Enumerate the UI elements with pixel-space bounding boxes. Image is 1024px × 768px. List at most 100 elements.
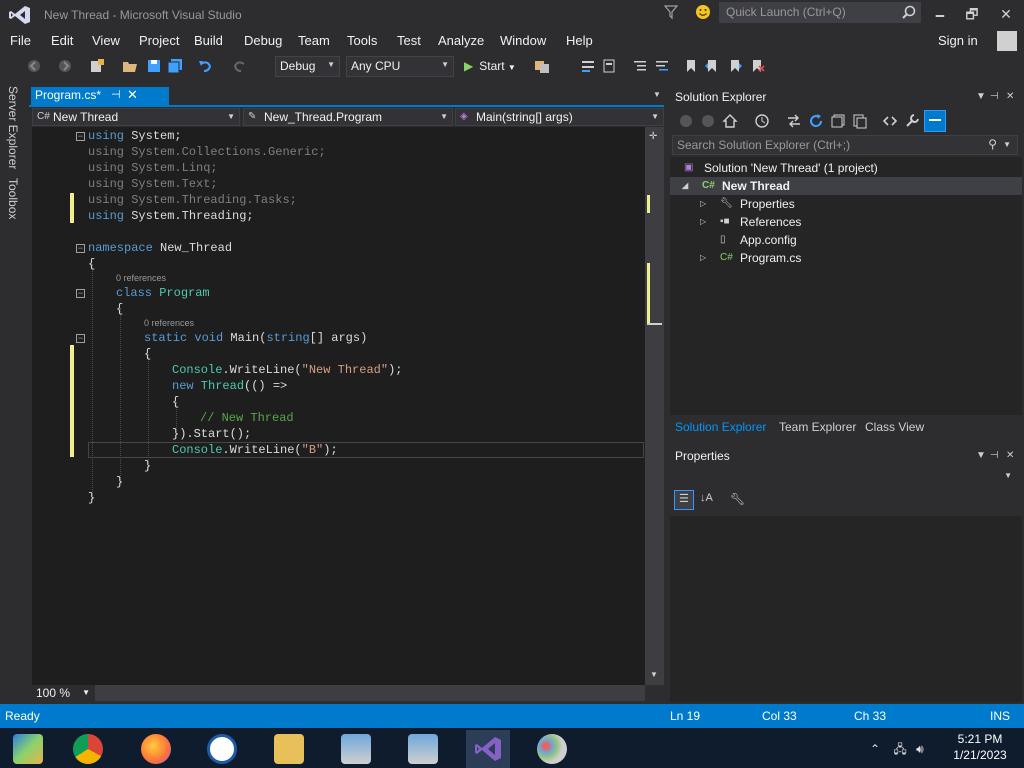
home-icon[interactable] <box>722 113 738 129</box>
menu-test[interactable]: Test <box>397 33 421 48</box>
taskbar-paint[interactable] <box>530 730 574 768</box>
project-dropdown[interactable]: C# New Thread ▼ <box>32 108 240 126</box>
clear-bookmarks-icon[interactable] <box>749 58 765 74</box>
menu-edit[interactable]: Edit <box>51 33 73 48</box>
menu-build[interactable]: Build <box>194 33 223 48</box>
codelens-references[interactable]: 0 references <box>116 273 166 283</box>
tree-item-properties[interactable]: ▷ 🔧︎ Properties <box>670 195 1022 213</box>
navigate-back-icon[interactable] <box>26 58 42 74</box>
collapsed-arrow-icon[interactable]: ▷ <box>700 213 706 231</box>
close-pane-icon[interactable]: ✕ <box>1006 450 1014 461</box>
taskbar-clock[interactable]: 5:21 PM 1/21/2023 <box>948 732 1012 762</box>
tree-item-solution[interactable]: ▣ Solution 'New Thread' (1 project) <box>670 159 1022 177</box>
class-dropdown[interactable]: ✎ New_Thread.Program ▼ <box>243 108 453 126</box>
menu-project[interactable]: Project <box>139 33 179 48</box>
pin-icon[interactable]: ⊣ <box>990 91 999 102</box>
forward-icon[interactable] <box>700 113 716 129</box>
start-debugging-button[interactable]: ▶ Start ▼ <box>464 59 516 73</box>
properties-object-select[interactable]: ▼ <box>672 466 1018 486</box>
show-all-files-icon[interactable] <box>852 113 868 129</box>
save-all-icon[interactable] <box>167 58 183 74</box>
toolbox-tab[interactable]: Toolbox <box>6 178 20 219</box>
tab-class-view[interactable]: Class View <box>865 420 924 434</box>
uncomment-lines-icon[interactable] <box>654 58 670 74</box>
next-bookmark-icon[interactable] <box>727 58 743 74</box>
server-explorer-tab[interactable]: Server Explorer <box>6 86 20 169</box>
tab-team-explorer[interactable]: Team Explorer <box>779 420 856 434</box>
property-pages-wrench-icon[interactable]: 🔧︎ <box>730 492 745 506</box>
taskbar-chrome[interactable] <box>66 730 110 768</box>
redo-icon[interactable] <box>232 58 248 74</box>
taskbar-app-obama[interactable] <box>200 730 244 768</box>
taskbar-app-installer-1[interactable] <box>334 730 378 768</box>
view-code-icon[interactable] <box>882 113 898 129</box>
chevron-up-icon[interactable]: ⌃ <box>870 742 880 756</box>
pin-icon[interactable]: ⊣ <box>990 450 999 461</box>
vertical-scrollbar[interactable]: ✛ ▼ <box>645 127 664 685</box>
quick-launch-input[interactable]: Quick Launch (Ctrl+Q) <box>719 2 921 23</box>
tree-item-app-config[interactable]: ▯ App.config <box>670 231 1022 249</box>
undo-icon[interactable] <box>197 58 213 74</box>
refresh-icon[interactable] <box>808 113 824 129</box>
notifications-flag-icon[interactable] <box>664 4 678 20</box>
expanded-arrow-icon[interactable]: ◢ <box>682 177 688 195</box>
taskbar-app-1[interactable] <box>6 730 50 768</box>
tab-program-cs[interactable]: Program.cs* ⊣ ✕ <box>31 87 169 105</box>
collapse-icon[interactable]: − <box>76 289 85 298</box>
window-position-icon[interactable]: ▼ <box>976 450 986 461</box>
account-icon[interactable] <box>997 31 1017 51</box>
taskbar-app-installer-2[interactable] <box>401 730 445 768</box>
menu-window[interactable]: Window <box>500 33 546 48</box>
solution-explorer-search[interactable]: Search Solution Explorer (Ctrl+;) ⚲ ▼ <box>672 135 1018 155</box>
menu-debug[interactable]: Debug <box>244 33 282 48</box>
comment-lines-icon[interactable] <box>632 58 648 74</box>
codelens-references[interactable]: 0 references <box>144 318 194 328</box>
new-project-icon[interactable] <box>89 58 105 74</box>
step-over-icon[interactable] <box>601 58 617 74</box>
navigate-forward-icon[interactable] <box>57 58 73 74</box>
close-tab-icon[interactable]: ✕ <box>127 87 138 103</box>
close-pane-icon[interactable]: ✕ <box>1006 91 1014 102</box>
menu-help[interactable]: Help <box>566 33 593 48</box>
code-editor[interactable]: − − − − using System; using System.Colle… <box>32 127 664 685</box>
taskbar-file-explorer[interactable] <box>267 730 311 768</box>
sign-in-link[interactable]: Sign in <box>938 33 978 48</box>
minimize-button[interactable]: 🗕 <box>926 2 954 26</box>
close-button[interactable]: ✕ <box>992 2 1020 26</box>
menu-analyze[interactable]: Analyze <box>438 33 484 48</box>
tab-overflow-icon[interactable]: ▼ <box>653 90 661 99</box>
feedback-smiley-icon[interactable] <box>695 4 711 20</box>
save-icon[interactable] <box>146 58 162 74</box>
properties-wrench-icon[interactable] <box>904 113 920 129</box>
network-icon[interactable]: 🖧︎ <box>893 742 906 756</box>
chevron-down-icon[interactable]: ▼ <box>1003 140 1011 149</box>
step-into-icon[interactable] <box>580 58 596 74</box>
collapse-icon[interactable]: − <box>76 132 85 141</box>
alphabetical-icon[interactable]: ↓A <box>700 492 713 504</box>
pending-changes-filter-icon[interactable] <box>754 113 770 129</box>
collapse-icon[interactable]: − <box>76 334 85 343</box>
collapse-all-icon[interactable] <box>830 113 846 129</box>
browser-link-icon[interactable] <box>534 58 550 74</box>
tree-item-project[interactable]: ◢ C# New Thread <box>670 177 1022 195</box>
taskbar-visual-studio[interactable] <box>466 730 510 768</box>
tab-solution-explorer[interactable]: Solution Explorer <box>675 420 766 434</box>
restore-button[interactable]: 🗗 <box>958 2 986 26</box>
back-icon[interactable] <box>678 113 694 129</box>
tree-item-program-cs[interactable]: ▷ C# Program.cs <box>670 249 1022 267</box>
scroll-down-icon[interactable]: ▼ <box>650 670 658 679</box>
search-icon[interactable]: ⚲ <box>988 137 997 151</box>
preview-selected-items-button[interactable] <box>924 110 946 132</box>
sync-with-document-icon[interactable] <box>786 113 802 129</box>
window-position-icon[interactable]: ▼ <box>976 91 986 102</box>
collapse-icon[interactable]: − <box>76 244 85 253</box>
pin-icon[interactable]: ⊣ <box>111 88 121 101</box>
categorized-button[interactable]: ☰ <box>674 490 694 510</box>
menu-tools[interactable]: Tools <box>347 33 377 48</box>
open-file-icon[interactable] <box>122 58 138 74</box>
menu-team[interactable]: Team <box>298 33 330 48</box>
collapsed-arrow-icon[interactable]: ▷ <box>700 195 706 213</box>
previous-bookmark-icon[interactable] <box>704 58 720 74</box>
split-icon[interactable]: ✛ <box>649 131 657 142</box>
menu-file[interactable]: File <box>10 33 31 48</box>
